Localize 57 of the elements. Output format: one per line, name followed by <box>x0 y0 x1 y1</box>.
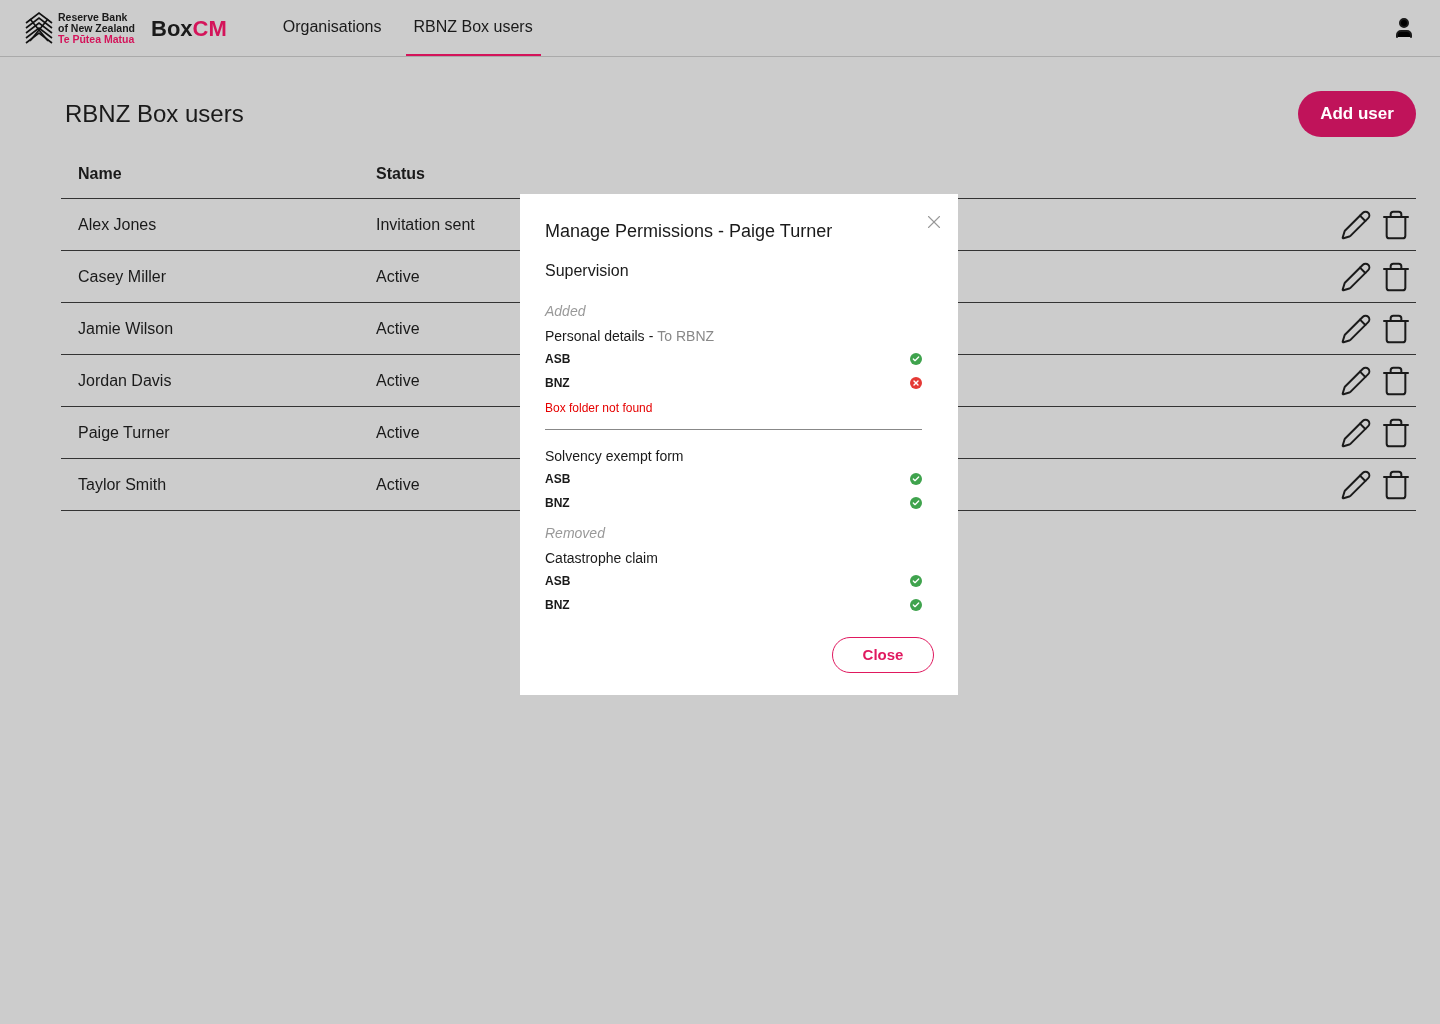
bank-label: ASB <box>545 471 571 488</box>
table-cell-text: Casey Miller <box>78 266 167 287</box>
group-label: Removed <box>545 524 607 543</box>
dialog-title: Manage Permissions - Paige Turner <box>545 220 834 243</box>
table-cell-text: Taylor Smith <box>78 474 168 495</box>
bank-label: BNZ <box>545 495 570 512</box>
check-icon <box>910 473 922 485</box>
edit-icon[interactable] <box>1340 364 1372 397</box>
check-icon <box>910 353 922 365</box>
permission-title: Solvency exempt form <box>545 447 684 466</box>
permission-detail: To RBNZ <box>657 327 715 346</box>
brand-logo: BoxCM <box>151 14 227 43</box>
table-cell-text: Alex Jones <box>78 214 158 235</box>
nav-tab[interactable]: Organisations <box>274 0 390 56</box>
bank-label: ASB <box>545 573 571 590</box>
bank-label: BNZ <box>545 375 570 392</box>
error-icon <box>910 377 922 389</box>
logo-text: Te Pūtea Matua <box>58 33 135 45</box>
column-header: Name <box>78 163 123 184</box>
check-icon <box>910 599 922 611</box>
separator-text: - <box>648 327 654 346</box>
delete-icon[interactable] <box>1380 208 1412 241</box>
edit-icon[interactable] <box>1340 260 1372 293</box>
logo-icon <box>24 11 54 45</box>
table-cell-text: Paige Turner <box>78 422 171 443</box>
delete-icon[interactable] <box>1380 364 1412 397</box>
table-cell-text: Active <box>376 474 420 495</box>
edit-icon[interactable] <box>1340 468 1372 501</box>
edit-icon[interactable] <box>1340 312 1372 345</box>
delete-icon[interactable] <box>1380 468 1412 501</box>
table-cell-text: Active <box>376 266 420 287</box>
check-icon <box>910 575 922 587</box>
table-cell-text: Active <box>376 370 420 391</box>
bank-label: BNZ <box>545 597 570 614</box>
permission-title: Catastrophe claim <box>545 549 658 568</box>
table-cell-text: Jamie Wilson <box>78 318 175 339</box>
table-cell-text: Active <box>376 318 420 339</box>
table-cell-text: Jordan Davis <box>78 370 173 391</box>
delete-icon[interactable] <box>1380 260 1412 293</box>
page-title: RBNZ Box users <box>65 99 244 129</box>
edit-icon[interactable] <box>1340 208 1372 241</box>
check-icon <box>910 497 922 509</box>
permission-title: Personal details <box>545 327 645 346</box>
table-cell-text: Active <box>376 422 420 443</box>
delete-icon[interactable] <box>1380 416 1412 449</box>
column-header: Status <box>376 163 425 184</box>
edit-icon[interactable] <box>1340 416 1372 449</box>
bank-label: ASB <box>545 351 571 368</box>
logo-text: Reserve Bank <box>58 11 129 23</box>
group-label: Added <box>545 302 587 321</box>
delete-icon[interactable] <box>1380 312 1412 345</box>
section-title: Supervision <box>545 261 630 281</box>
add-user-button[interactable]: Add user <box>1298 91 1416 137</box>
error-message: Box folder not found <box>545 400 654 417</box>
logo-text: of New Zealand <box>58 22 135 34</box>
nav-tab[interactable]: RBNZ Box users <box>405 0 541 56</box>
table-cell-text: Invitation sent <box>376 214 475 235</box>
